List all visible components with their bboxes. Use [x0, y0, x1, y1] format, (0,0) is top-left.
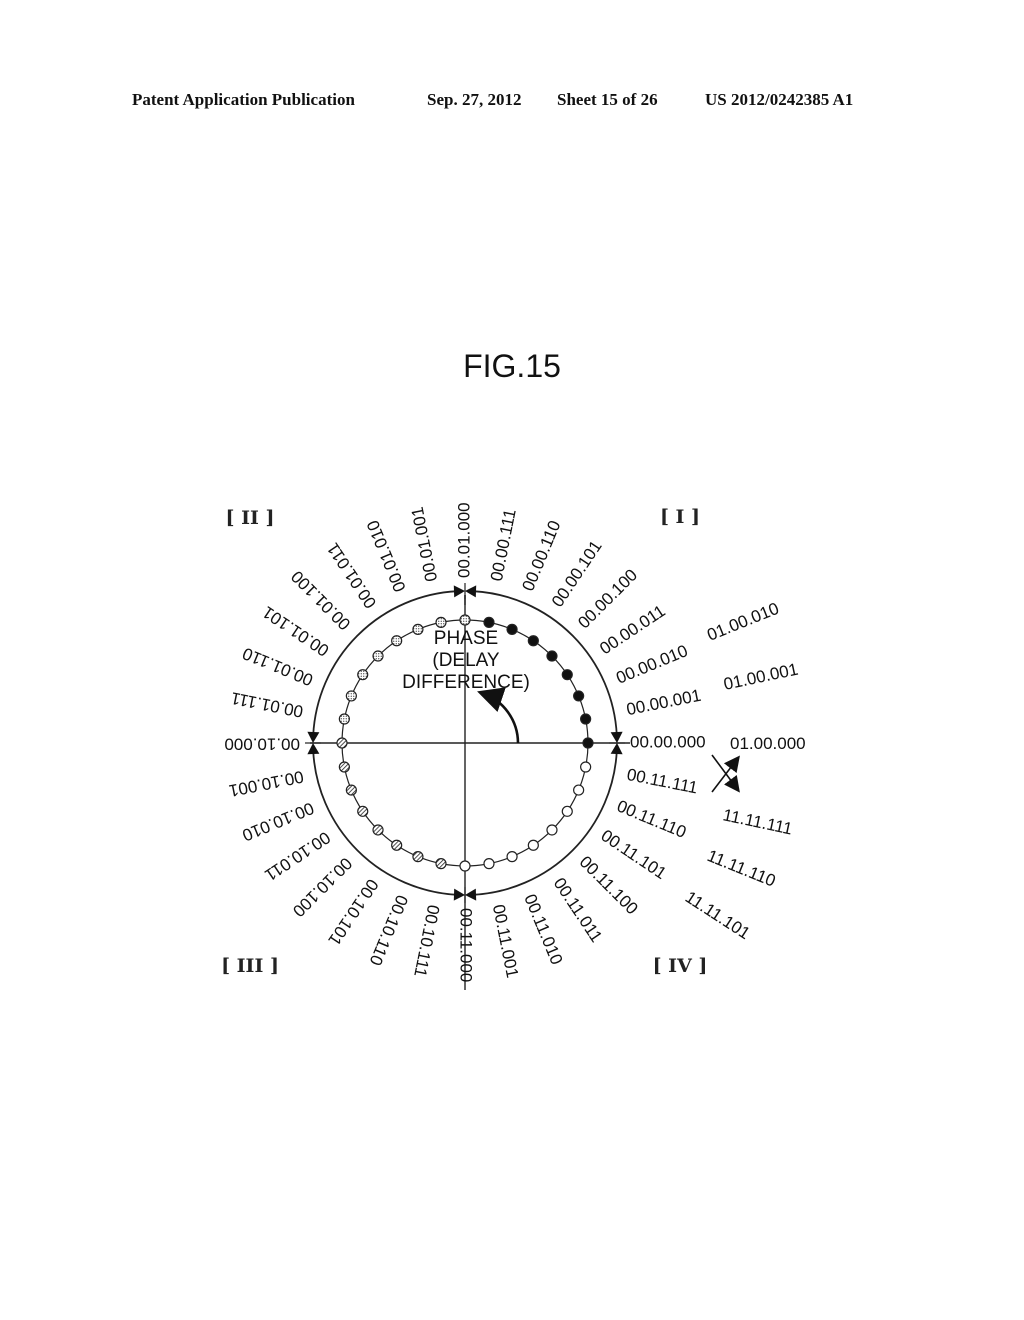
ring-label: 00.00.111 [487, 507, 520, 582]
phase-point-00.10.100 [372, 824, 384, 836]
phase-point-00.00.010 [573, 690, 585, 702]
outer-label-01-00-010: 01.00.010 [704, 599, 781, 645]
phase-point-00.00.111 [483, 616, 495, 628]
arc-arrowhead [307, 731, 320, 743]
arc-arrowhead [610, 731, 623, 743]
phase-point-00.01.011 [391, 635, 403, 647]
outer-label-01-00-001: 01.00.001 [722, 660, 800, 694]
outer-label-01-00-000: 01.00.000 [730, 734, 806, 753]
quadrant-label-III: [ III ] [221, 955, 279, 977]
phase-point-00.00.101 [527, 635, 539, 647]
wrap-arrow-up [711, 755, 740, 793]
ring-label: 00.01.111 [229, 688, 304, 721]
ring-label: 00.11.000 [457, 908, 476, 982]
phase-point-00.10.110 [412, 851, 424, 863]
phase-point-00.11.011 [527, 839, 539, 851]
phase-point-00.00.001 [580, 713, 592, 725]
ring-label: 00.10.010 [239, 798, 316, 845]
phase-point-00.01.100 [372, 650, 384, 662]
quadrant-label-II: [ II ] [226, 507, 275, 529]
phase-point-00.11.111 [580, 761, 592, 773]
ring-label: 00.11.001 [489, 903, 522, 980]
center-label-line-1: PHASE [434, 628, 498, 649]
phase-point-00.10.000 [336, 737, 348, 749]
phase-point-00.00.100 [546, 650, 558, 662]
phase-diagram: PHASE (DELAY DIFFERENCE) [ I ] [ II ] [ … [221, 502, 806, 990]
phase-point-00.11.101 [561, 805, 573, 817]
phase-point-00.01.101 [357, 669, 369, 681]
phase-arrow [477, 687, 520, 744]
outer-label-11-11-111: 11.11.111 [721, 805, 794, 838]
phase-point-00.01.110 [345, 690, 357, 702]
phase-point-00.01.001 [435, 616, 447, 628]
center-label-line-2: (DELAY [432, 650, 500, 671]
center-label-line-3: DIFFERENCE) [402, 672, 530, 693]
quadrant-label-IV: [ IV ] [653, 955, 708, 977]
phase-point-00.00.110 [506, 623, 518, 635]
ring-label: 00.00.001 [625, 686, 703, 719]
phase-point-00.11.010 [506, 851, 518, 863]
wrap-arrow-down [711, 754, 740, 793]
ring-label: 00.10.001 [227, 767, 305, 800]
phase-point-00.01.111 [338, 713, 350, 725]
ring-label: 00.01.110 [240, 644, 316, 690]
ring-label: 00.00.000 [630, 732, 706, 751]
quadrant-label-I: [ I ] [660, 506, 700, 528]
phase-point-00.10.011 [357, 805, 369, 817]
phase-point-00.10.001 [338, 761, 350, 773]
phase-point-00.11.110 [573, 784, 585, 796]
arc-arrowhead [453, 888, 465, 901]
phase-point-00.11.001 [483, 858, 495, 870]
phase-point-00.11.000 [459, 860, 471, 872]
phase-point-00.00.000 [582, 737, 594, 749]
ring-label: 00.00.110 [518, 518, 564, 594]
arc-arrowhead [465, 888, 477, 901]
outer-label-11-11-101: 11.11.101 [682, 887, 754, 943]
arc-arrowhead [453, 585, 465, 598]
ring-label: 00.11.010 [520, 891, 566, 967]
phase-point-00.00.011 [561, 669, 573, 681]
ring-label: 00.11.111 [625, 765, 699, 798]
ring-label: 00.01.001 [408, 505, 441, 583]
phase-point-00.01.000 [459, 614, 471, 626]
phase-point-00.10.111 [435, 858, 447, 870]
ring-label: 00.11.110 [614, 796, 689, 842]
arc-arrowhead [610, 743, 623, 755]
ring-label: 00.01.010 [363, 517, 410, 594]
ring-label: 00.01.000 [454, 502, 473, 578]
phase-point-00.10.010 [345, 784, 357, 796]
phase-point-00.11.100 [546, 824, 558, 836]
outer-label-11-11-110: 11.11.110 [705, 846, 779, 891]
phase-point-00.10.101 [391, 839, 403, 851]
ring-label: 00.10.000 [224, 735, 300, 754]
arc-arrowhead [465, 585, 477, 598]
arc-arrowhead [307, 743, 320, 755]
ring-label: 00.10.111 [410, 903, 443, 978]
ring-label: 00.10.110 [366, 892, 412, 968]
ring-label: 00.00.010 [613, 641, 690, 688]
phase-point-00.01.010 [412, 623, 424, 635]
